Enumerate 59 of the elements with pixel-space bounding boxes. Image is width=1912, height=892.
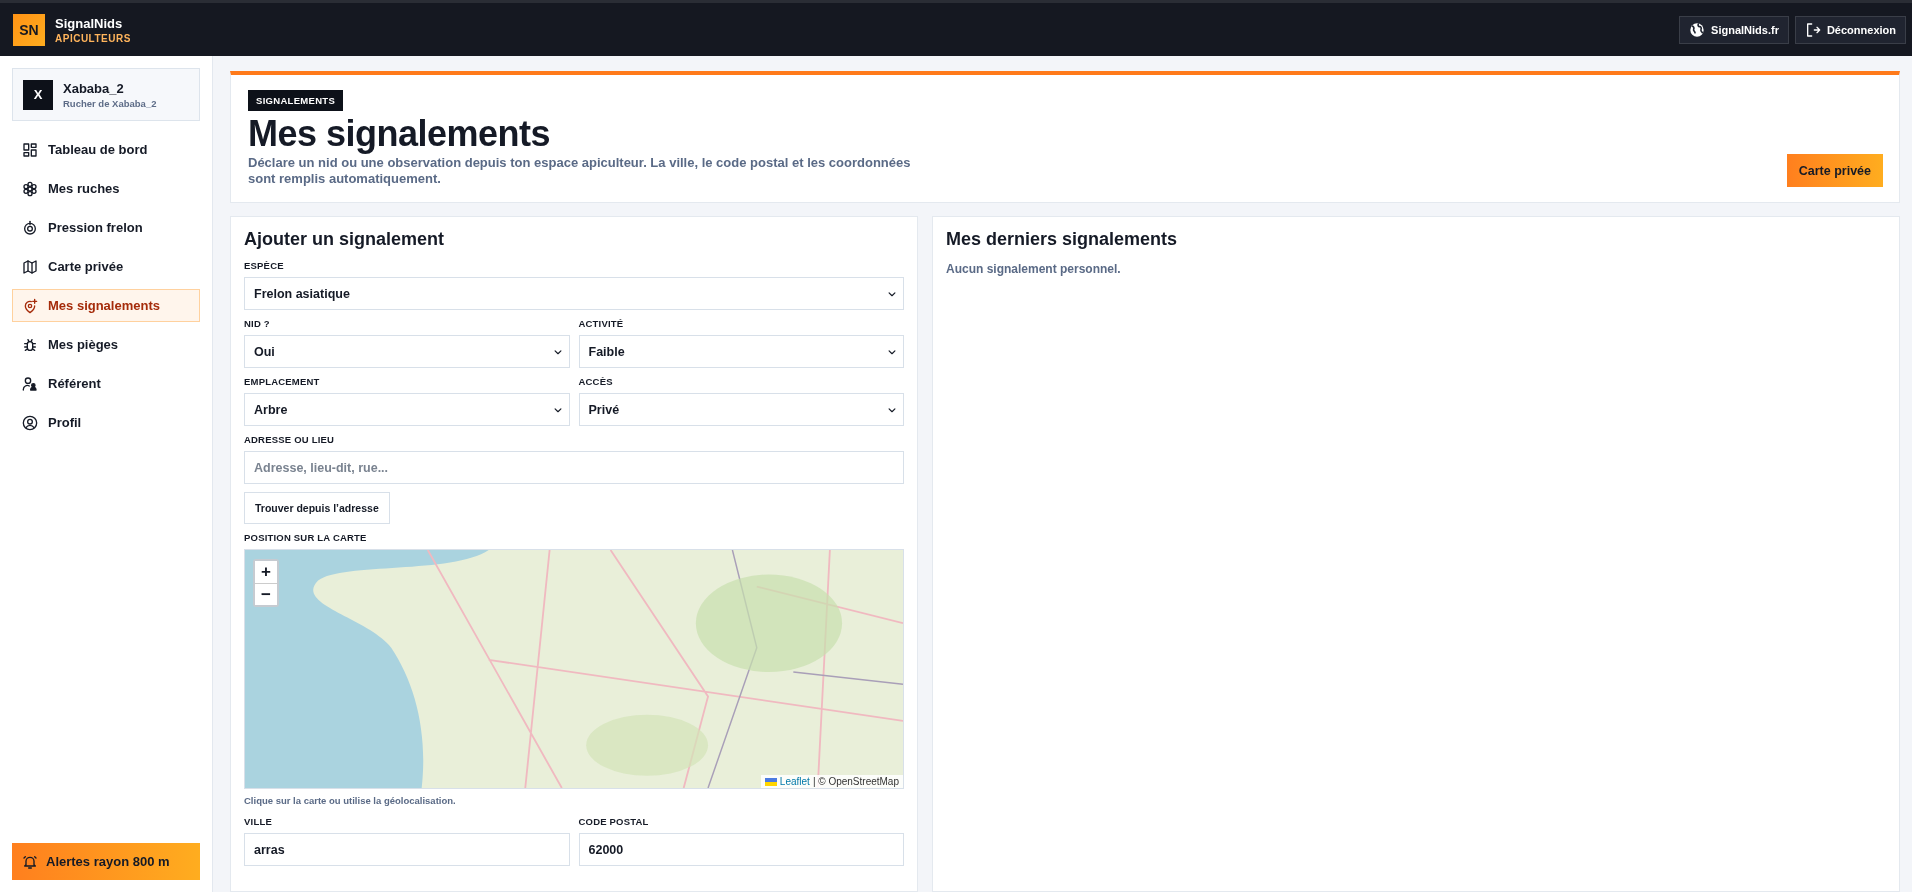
- logout-button[interactable]: Déconnexion: [1794, 15, 1906, 44]
- page-description: Déclare un nid ou une observation depuis ton espace apiculteur. La ville, le code postal et les coordonnées sont remplis automatiquement.: [248, 155, 912, 187]
- sidebar-item[interactable]: Tableau de bord: [12, 133, 200, 166]
- bug-icon: [22, 336, 38, 353]
- card-title: Mes derniers signalements: [946, 229, 1179, 250]
- select-field[interactable]: Arbre: [244, 393, 570, 426]
- flag-icon: [764, 777, 777, 786]
- sidebar-item[interactable]: Profil: [12, 406, 200, 439]
- map-pin-plus-icon: [22, 297, 38, 314]
- field-label: ESPÈCE: [244, 260, 285, 271]
- map-placeholder[interactable]: [245, 550, 903, 788]
- sidebar-item[interactable]: Carte privée: [12, 250, 200, 283]
- field-label: ADRESSE OU LIEU: [244, 434, 336, 445]
- sidebar-item[interactable]: Pression frelon: [12, 211, 200, 244]
- website-link[interactable]: SignalNids.fr: [1679, 15, 1789, 44]
- logout-icon: [1804, 21, 1821, 38]
- input-field[interactable]: Adresse, lieu-dit, rue...: [244, 451, 904, 484]
- field-label: VILLE: [244, 816, 273, 827]
- alerts-button[interactable]: Alertes rayon 800 m: [12, 843, 200, 880]
- map-hint: Clique sur la carte ou utilise la géolocalisation.: [244, 795, 457, 806]
- attribution-text: | © OpenStreetMap: [812, 776, 899, 787]
- brand-name: SignalNids: [55, 15, 124, 31]
- select-field[interactable]: Frelon asiatique: [244, 277, 904, 310]
- field-label: ACCÈS: [578, 376, 614, 387]
- zoom-out-button[interactable]: −: [255, 583, 277, 605]
- leaflet-link[interactable]: Leaflet: [779, 776, 810, 787]
- user-avatar: X: [23, 79, 53, 110]
- flower-icon: [22, 180, 38, 197]
- field-label: CODE POSTAL: [578, 816, 650, 827]
- select-field[interactable]: Oui: [244, 335, 570, 368]
- user-name: Xababa_2: [63, 80, 125, 96]
- card-title: Ajouter un signalement: [244, 229, 446, 250]
- apiary-name: Rucher de Xababa_2: [63, 97, 157, 109]
- input-field[interactable]: 62000: [578, 833, 904, 866]
- map-icon: [22, 258, 38, 275]
- select-field[interactable]: Privé: [578, 393, 904, 426]
- grid-icon: [22, 141, 38, 158]
- section-tag: SIGNALEMENTS: [248, 90, 344, 111]
- sidebar-item[interactable]: Référent: [12, 367, 200, 400]
- target-icon: [22, 219, 38, 236]
- page-title: Mes signalements: [248, 115, 552, 153]
- user-group-icon: [22, 375, 38, 392]
- sidebar-item[interactable]: Mes signalements: [12, 289, 200, 322]
- find-address-button[interactable]: Trouver depuis l’adresse: [244, 492, 390, 524]
- bell-icon: [22, 853, 38, 870]
- logo-badge: SN: [13, 13, 45, 46]
- sidebar-item[interactable]: Mes pièges: [12, 328, 200, 361]
- brand-subtitle: APICULTEURS: [55, 32, 131, 44]
- input-field[interactable]: arras: [244, 833, 570, 866]
- field-label: NID ?: [244, 318, 271, 329]
- private-map-button[interactable]: Carte privée: [1786, 154, 1883, 187]
- globe-icon: [1689, 21, 1706, 38]
- sidebar-item[interactable]: Mes ruches: [12, 172, 200, 205]
- field-label: POSITION SUR LA CARTE: [244, 532, 368, 543]
- field-label: ACTIVITÉ: [578, 318, 625, 329]
- select-field[interactable]: Faible: [578, 335, 904, 368]
- empty-message: Aucun signalement personnel.: [946, 262, 1122, 276]
- field-label: EMPLACEMENT: [244, 376, 321, 387]
- user-circle-icon: [22, 414, 38, 431]
